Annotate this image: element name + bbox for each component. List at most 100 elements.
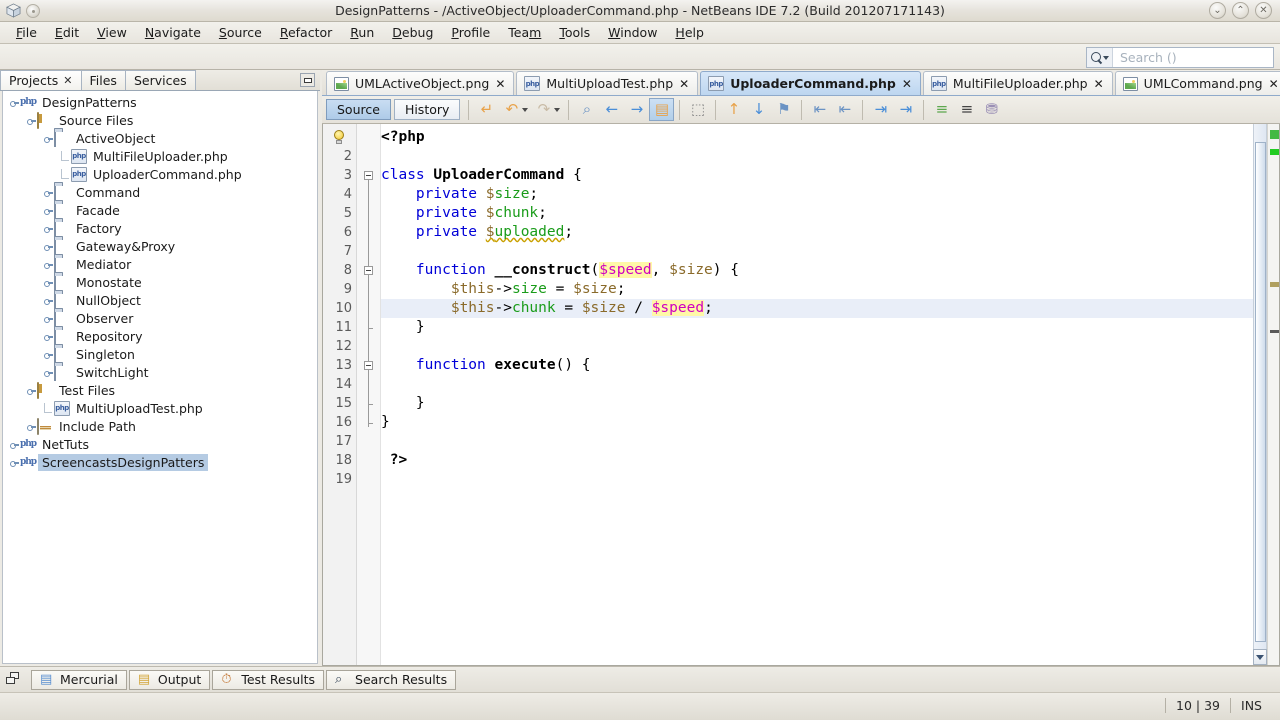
view-toggle-source[interactable]: Source [326, 99, 391, 120]
tree-toggle-collapsed[interactable] [43, 223, 54, 234]
tree-row[interactable]: php MultiFileUploader.php [3, 147, 317, 165]
tree-toggle-collapsed[interactable] [43, 295, 54, 306]
editor-tab-multiuploadtest-php[interactable]: php MultiUploadTest.php ✕ [516, 71, 699, 95]
next-bookmark-icon[interactable]: → [624, 98, 649, 121]
tree-toggle-expanded[interactable] [26, 385, 37, 396]
code-text[interactable]: <?php class UploaderCommand { private $s… [381, 124, 1253, 665]
close-icon[interactable]: ✕ [679, 77, 689, 91]
fold-toggle[interactable] [364, 361, 373, 370]
uncomment-icon[interactable]: ≡ [954, 98, 979, 121]
code-line[interactable]: private $uploaded; [381, 223, 1253, 242]
last-edit-icon[interactable]: ↵ [474, 98, 499, 121]
tree-row[interactable]: Gateway&Proxy [3, 237, 317, 255]
vertical-scrollbar[interactable] [1253, 124, 1267, 665]
tree-toggle-collapsed[interactable] [43, 205, 54, 216]
tree-toggle-collapsed[interactable] [43, 277, 54, 288]
search-box[interactable]: Search () [1086, 47, 1274, 68]
tree-row[interactable]: Factory [3, 219, 317, 237]
menu-item-file[interactable]: File [7, 23, 46, 42]
tree-row[interactable]: Command [3, 183, 317, 201]
previous-bookmark-icon[interactable]: ← [599, 98, 624, 121]
menu-item-profile[interactable]: Profile [442, 23, 499, 42]
error-stripe[interactable] [1267, 124, 1279, 665]
bottom-tab-output[interactable]: ▤ Output [128, 669, 211, 690]
tree-toggle-expanded[interactable] [26, 115, 37, 126]
previous-error-icon[interactable]: ↑ [721, 98, 746, 121]
tree-toggle-collapsed[interactable] [43, 331, 54, 342]
shift-left-icon[interactable]: ⇤ [807, 98, 832, 121]
tree-row[interactable]: Repository [3, 327, 317, 345]
code-line[interactable] [381, 432, 1253, 451]
menu-item-view[interactable]: View [88, 23, 136, 42]
tree-row[interactable]: Include Path [3, 417, 317, 435]
tree-toggle-collapsed[interactable] [9, 457, 20, 468]
menu-item-help[interactable]: Help [666, 23, 713, 42]
minimize-panel-button[interactable] [300, 73, 315, 87]
bottom-tab-test-results[interactable]: ⏱ Test Results [212, 669, 325, 690]
close-icon[interactable]: ✕ [495, 77, 505, 91]
code-line[interactable]: } [381, 413, 1253, 432]
tree-toggle-expanded[interactable] [43, 133, 54, 144]
tree-row[interactable]: Source Files [3, 111, 317, 129]
editor-tab-umlactiveobject-png[interactable]: UMLActiveObject.png ✕ [326, 71, 515, 95]
editor-tab-umlcommand-png[interactable]: UMLCommand.png ✕ [1114, 71, 1280, 95]
tree-row[interactable]: Observer [3, 309, 317, 327]
warning-mark[interactable] [1270, 282, 1279, 287]
close-icon[interactable]: ✕ [1269, 77, 1279, 91]
code-editor[interactable]: 2 3 4 5 6 7 8 9 10 11 12 13 14 15 16 17 18 19 <?php class… [322, 124, 1280, 666]
back-history-icon[interactable]: ↶ [499, 98, 524, 121]
tree-toggle-collapsed[interactable] [43, 349, 54, 360]
fold-toggle[interactable] [364, 266, 373, 275]
tree-row[interactable]: php MultiUploadTest.php [3, 399, 317, 417]
code-line[interactable]: function execute() { [381, 356, 1253, 375]
project-tree[interactable]: php DesignPatterns Source Files ActiveObjec… [2, 91, 318, 664]
code-folding-column[interactable] [357, 124, 381, 665]
toggle-rectangular-selection-icon[interactable]: ⬚ [685, 98, 710, 121]
bottom-tab-search-results[interactable]: ⌕ Search Results [326, 669, 457, 690]
minimize-button[interactable]: ⌄ [1209, 2, 1226, 19]
code-line[interactable] [381, 470, 1253, 489]
search-icon[interactable] [1087, 48, 1113, 67]
tree-toggle-collapsed[interactable] [26, 421, 37, 432]
code-line[interactable]: } [381, 318, 1253, 337]
panel-tab-projects[interactable]: Projects ✕ [0, 70, 82, 90]
tree-toggle-collapsed[interactable] [43, 187, 54, 198]
start-macro-recording-icon[interactable]: ⇥ [868, 98, 893, 121]
tree-row[interactable]: Mediator [3, 255, 317, 273]
comment-icon[interactable]: ≡ [929, 98, 954, 121]
code-line[interactable] [381, 242, 1253, 261]
close-icon[interactable]: ✕ [902, 77, 912, 91]
tree-toggle-collapsed[interactable] [9, 439, 20, 450]
tree-toggle-collapsed[interactable] [43, 367, 54, 378]
toggle-bookmark-icon[interactable]: ⚑ [771, 98, 796, 121]
tree-row[interactable]: php ScreencastsDesignPatters [3, 453, 317, 471]
tree-toggle-collapsed[interactable] [43, 241, 54, 252]
menu-item-navigate[interactable]: Navigate [136, 23, 210, 42]
occurrence-mark[interactable] [1270, 149, 1279, 155]
code-line[interactable]: private $size; [381, 185, 1253, 204]
forward-history-icon[interactable]: ↷ [531, 98, 556, 121]
menu-item-team[interactable]: Team [499, 23, 550, 42]
fold-toggle[interactable] [364, 171, 373, 180]
close-icon[interactable]: ✕ [63, 74, 72, 87]
editor-tab-uploadercommand-php[interactable]: php UploaderCommand.php ✕ [700, 71, 921, 95]
shift-right-icon[interactable]: ⇤ [832, 98, 857, 121]
window-list-icon[interactable] [6, 671, 24, 688]
code-line[interactable]: $this->chunk = $size / $speed; [381, 299, 1253, 318]
stop-macro-recording-icon[interactable]: ⇥ [893, 98, 918, 121]
tree-toggle-expanded[interactable] [9, 97, 20, 108]
view-toggle-history[interactable]: History [393, 99, 461, 120]
tree-row[interactable]: Monostate [3, 273, 317, 291]
panel-tab-files[interactable]: Files [80, 70, 126, 90]
tree-row[interactable]: php DesignPatterns [3, 93, 317, 111]
code-line[interactable]: } [381, 394, 1253, 413]
tree-toggle-collapsed[interactable] [43, 313, 54, 324]
close-icon[interactable]: ✕ [1094, 77, 1104, 91]
bottom-tab-mercurial[interactable]: ▤ Mercurial [31, 669, 127, 690]
close-button[interactable]: ✕ [1255, 2, 1272, 19]
tree-row[interactable]: Test Files [3, 381, 317, 399]
menu-item-source[interactable]: Source [210, 23, 271, 42]
next-error-icon[interactable]: ↓ [746, 98, 771, 121]
code-line[interactable]: class UploaderCommand { [381, 166, 1253, 185]
code-line[interactable]: ?> [381, 451, 1253, 470]
